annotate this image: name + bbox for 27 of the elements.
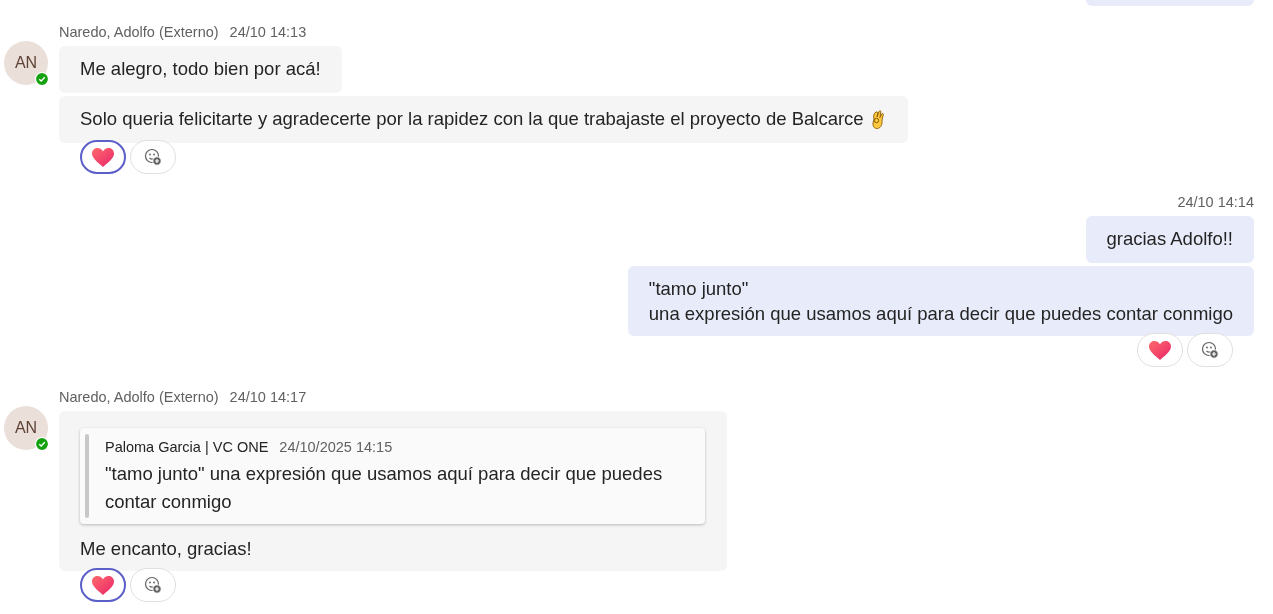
message-text: Me encanto, gracias!	[80, 538, 252, 560]
message-text: una expresión que usamos aquí para decir que puedes contar conmigo	[648, 302, 1233, 326]
add-emoji-icon	[144, 148, 162, 166]
message-text: gracias Adolfo!!	[1106, 228, 1233, 250]
timestamp: 24/10 14:14	[1177, 194, 1254, 212]
reaction-button[interactable]	[80, 140, 126, 174]
timestamp: 24/10 14:13	[229, 24, 307, 42]
heart-icon	[91, 145, 115, 169]
add-emoji-icon	[144, 576, 162, 594]
sender-name: Naredo, Adolfo (Externo)	[59, 389, 219, 407]
message-text: Me alegro, todo bien por acá!	[80, 58, 321, 80]
avatar: AN	[4, 406, 48, 450]
heart-icon	[91, 573, 115, 597]
heart-icon	[1148, 338, 1172, 362]
add-emoji-icon	[1201, 341, 1219, 359]
avatar: AN	[4, 41, 48, 85]
add-reaction-button[interactable]	[130, 568, 176, 602]
quote-text: "tamo junto" una expresión que usamos aquí para decir que puedes contar conmigo	[105, 462, 664, 514]
message-text: Solo queria felicitarte y agradecerte por la rapidez con la que trabajaste el proyecto de Balcarce	[80, 108, 864, 130]
timestamp: 24/10 14:17	[229, 389, 307, 407]
add-reaction-button[interactable]	[1187, 333, 1233, 367]
quote-author: Paloma Garcia | VC ONE	[105, 438, 269, 457]
reaction-button[interactable]	[80, 568, 126, 602]
quote-timestamp: 24/10/2025 14:15	[279, 438, 393, 457]
sender-name: Naredo, Adolfo (Externo)	[59, 24, 219, 42]
message-text: "tamo junto"	[648, 277, 750, 301]
add-reaction-button[interactable]	[130, 140, 176, 174]
